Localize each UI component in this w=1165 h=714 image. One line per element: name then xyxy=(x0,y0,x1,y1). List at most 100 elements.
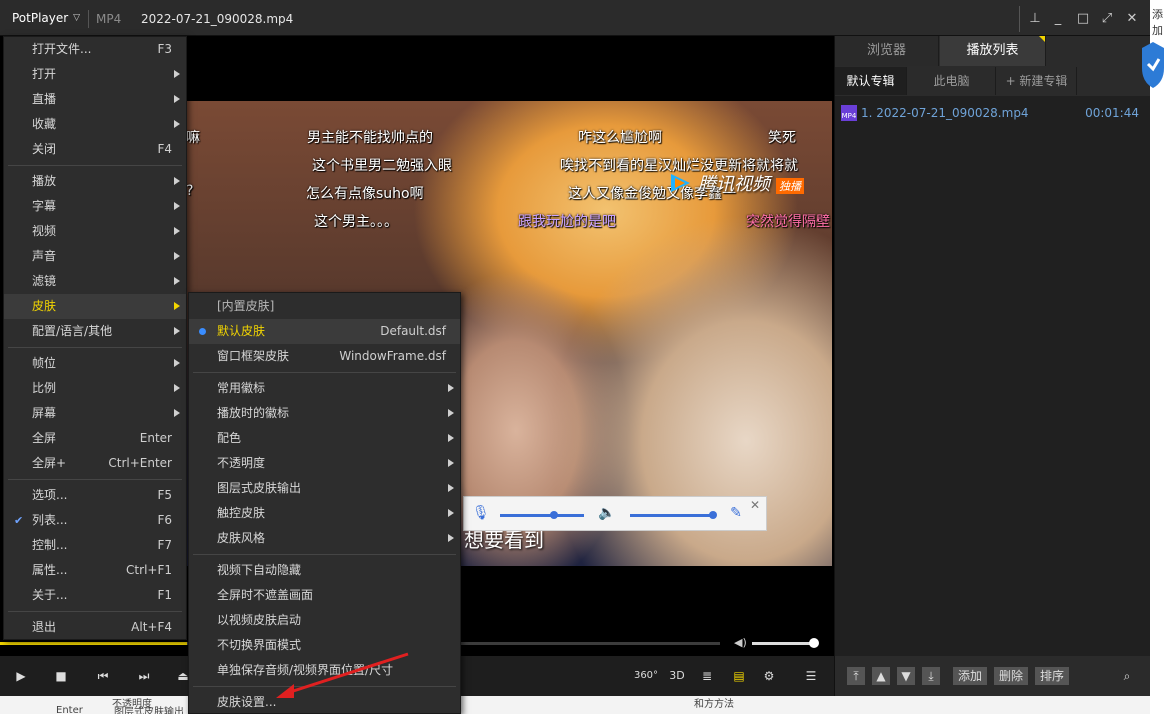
stop-icon[interactable]: ■ xyxy=(48,664,74,688)
microphone-icon[interactable]: 🎙 xyxy=(472,505,490,523)
search-list-icon[interactable]: ≣ xyxy=(694,664,720,688)
volume-slider[interactable] xyxy=(752,642,814,645)
vr-360-button[interactable]: 360° xyxy=(632,664,660,688)
menu-item-fullscreen[interactable]: 全屏 Enter xyxy=(4,426,186,451)
mic-volume-knob[interactable] xyxy=(550,511,558,519)
menu-item-about[interactable]: 关于... F1 xyxy=(4,583,186,608)
subtab-default-album[interactable]: 默认专辑 xyxy=(835,67,907,95)
window-title: 2022-07-21_090028.mp4 xyxy=(141,12,294,26)
speaker-volume-track[interactable] xyxy=(630,514,714,517)
next-icon[interactable]: ⏭ xyxy=(131,664,157,688)
danmaku-comment: 笑死 xyxy=(768,130,796,146)
restore-icon[interactable]: □ xyxy=(1072,8,1094,30)
menu-item-opacity[interactable]: 不透明度 xyxy=(189,451,460,476)
menu-separator xyxy=(193,554,456,555)
menu-item-playback[interactable]: 播放 xyxy=(4,169,186,194)
speaker-icon[interactable]: 🔈 xyxy=(598,505,615,523)
play-icon[interactable]: ▶ xyxy=(8,664,34,688)
menu-item-open[interactable]: 打开 xyxy=(4,62,186,87)
menu-item-common-logo[interactable]: 常用徽标 xyxy=(189,376,460,401)
menu-item-exit[interactable]: 退出 Alt+F4 xyxy=(4,615,186,640)
menu-item-playing-logo[interactable]: 播放时的徽标 xyxy=(189,401,460,426)
menu-item-skin-style[interactable]: 皮肤风格 xyxy=(189,526,460,551)
menu-item-fullscreen-plus[interactable]: 全屏+ Ctrl+Enter xyxy=(4,451,186,476)
delete-button[interactable]: 删除 xyxy=(994,667,1028,685)
volume-knob[interactable] xyxy=(809,638,819,648)
menu-item-touch-skin[interactable]: 触控皮肤 xyxy=(189,501,460,526)
app-menu-button[interactable]: PotPlayer ▽ xyxy=(4,6,86,30)
menu-item-subtitles[interactable]: 字幕 xyxy=(4,194,186,219)
menu-item-default-skin[interactable]: 默认皮肤 Default.dsf xyxy=(189,319,460,344)
subtab-new-album[interactable]: + 新建专辑 xyxy=(997,67,1077,95)
desktop-text: 和方方法 xyxy=(694,699,734,710)
volume-icon[interactable]: ◀) xyxy=(734,636,747,649)
subtab-this-pc[interactable]: 此电脑 xyxy=(908,67,996,95)
list-item[interactable]: MP4 1. 2022-07-21_090028.mp4 00:01:44 xyxy=(839,104,1143,122)
submenu-arrow-icon xyxy=(448,509,454,517)
playlist-list[interactable]: MP4 1. 2022-07-21_090028.mp4 00:01:44 xyxy=(835,96,1151,656)
menu-item-config[interactable]: 配置/语言/其他 xyxy=(4,319,186,344)
main-context-menu: 打开文件... F3 打开 直播 收藏 关闭 F4 播放 字幕 视频 声音 滤镜 皮… xyxy=(3,36,187,640)
menu-item-playlist[interactable]: ✔ 列表... F6 xyxy=(4,508,186,533)
submenu-arrow-icon xyxy=(448,534,454,542)
menu-item-color-scheme[interactable]: 配色 xyxy=(189,426,460,451)
submenu-arrow-icon xyxy=(448,484,454,492)
danmaku-comment: ? xyxy=(186,183,194,199)
menu-item-options[interactable]: 选项... F5 xyxy=(4,483,186,508)
menu-item-video[interactable]: 视频 xyxy=(4,219,186,244)
desktop-text: Enter xyxy=(56,705,83,714)
menu-item-control[interactable]: 控制... F7 xyxy=(4,533,186,558)
menu-separator xyxy=(8,347,182,348)
add-button[interactable]: 添加 xyxy=(953,667,987,685)
submenu-arrow-icon xyxy=(174,252,180,260)
menu-item-layered-skin-output[interactable]: 图层式皮肤输出 xyxy=(189,476,460,501)
menu-item-filters[interactable]: 滤镜 xyxy=(4,269,186,294)
fullscreen-icon[interactable]: ⤢ xyxy=(1096,8,1118,30)
menu-separator xyxy=(193,372,456,373)
menu-item-frame[interactable]: 帧位 xyxy=(4,351,186,376)
3d-button[interactable]: 3D xyxy=(664,664,690,688)
file-format-label: MP4 xyxy=(96,12,122,26)
menu-item-window-frame-skin[interactable]: 窗口框架皮肤 WindowFrame.dsf xyxy=(189,344,460,369)
submenu-arrow-icon xyxy=(174,384,180,392)
move-up-icon[interactable]: ▲ xyxy=(872,667,890,685)
radio-selected-icon xyxy=(199,328,206,335)
submenu-arrow-icon xyxy=(174,359,180,367)
menu-item-close[interactable]: 关闭 F4 xyxy=(4,137,186,162)
speaker-volume-knob[interactable] xyxy=(709,511,717,519)
pin-icon[interactable]: ⊥ xyxy=(1024,8,1046,30)
tab-browser[interactable]: 浏览器 xyxy=(835,36,939,66)
submenu-arrow-icon xyxy=(174,409,180,417)
menu-item-auto-hide-under-video[interactable]: 视频下自动隐藏 xyxy=(189,558,460,583)
sort-button[interactable]: 排序 xyxy=(1035,667,1069,685)
prev-icon[interactable]: ⏮ xyxy=(90,664,116,688)
title-bar: PotPlayer ▽ MP4 2022-07-21_090028.mp4 ⊥ … xyxy=(0,0,1150,36)
menu-item-fullscreen-no-cover[interactable]: 全屏时不遮盖画面 xyxy=(189,583,460,608)
move-top-icon[interactable]: ⤒ xyxy=(847,667,865,685)
menu-item-ratio[interactable]: 比例 xyxy=(4,376,186,401)
menu-item-properties[interactable]: 属性... Ctrl+F1 xyxy=(4,558,186,583)
menu-item-open-file[interactable]: 打开文件... F3 xyxy=(4,37,186,62)
audio-volume-popup: 🎙 🔈 ✎ ✕ xyxy=(463,496,767,531)
move-down-icon[interactable]: ▼ xyxy=(897,667,915,685)
close-icon[interactable]: ✕ xyxy=(1121,8,1143,30)
menu-item-favorites[interactable]: 收藏 xyxy=(4,112,186,137)
close-icon[interactable]: ✕ xyxy=(750,498,760,512)
checkmark-icon: ✔ xyxy=(14,514,24,527)
edit-icon[interactable]: ✎ xyxy=(728,505,744,523)
menu-item-skin[interactable]: 皮肤 xyxy=(4,294,186,319)
menu-item-audio[interactable]: 声音 xyxy=(4,244,186,269)
tab-playlist[interactable]: 播放列表 xyxy=(940,36,1046,66)
red-arrow-annotation xyxy=(276,652,409,698)
submenu-arrow-icon xyxy=(174,302,180,310)
mic-volume-track[interactable] xyxy=(500,514,584,517)
menu-item-live[interactable]: 直播 xyxy=(4,87,186,112)
minimize-icon[interactable]: _ xyxy=(1047,8,1069,30)
search-icon[interactable]: ⌕ xyxy=(1117,667,1137,685)
move-bottom-icon[interactable]: ⤓ xyxy=(922,667,940,685)
menu-icon[interactable]: ☰ xyxy=(798,664,824,688)
gear-icon[interactable]: ⚙ xyxy=(756,664,782,688)
menu-item-screen[interactable]: 屏幕 xyxy=(4,401,186,426)
menu-item-start-with-video-skin[interactable]: 以视频皮肤启动 xyxy=(189,608,460,633)
playlist-toggle-icon[interactable]: ▤ xyxy=(726,664,752,688)
